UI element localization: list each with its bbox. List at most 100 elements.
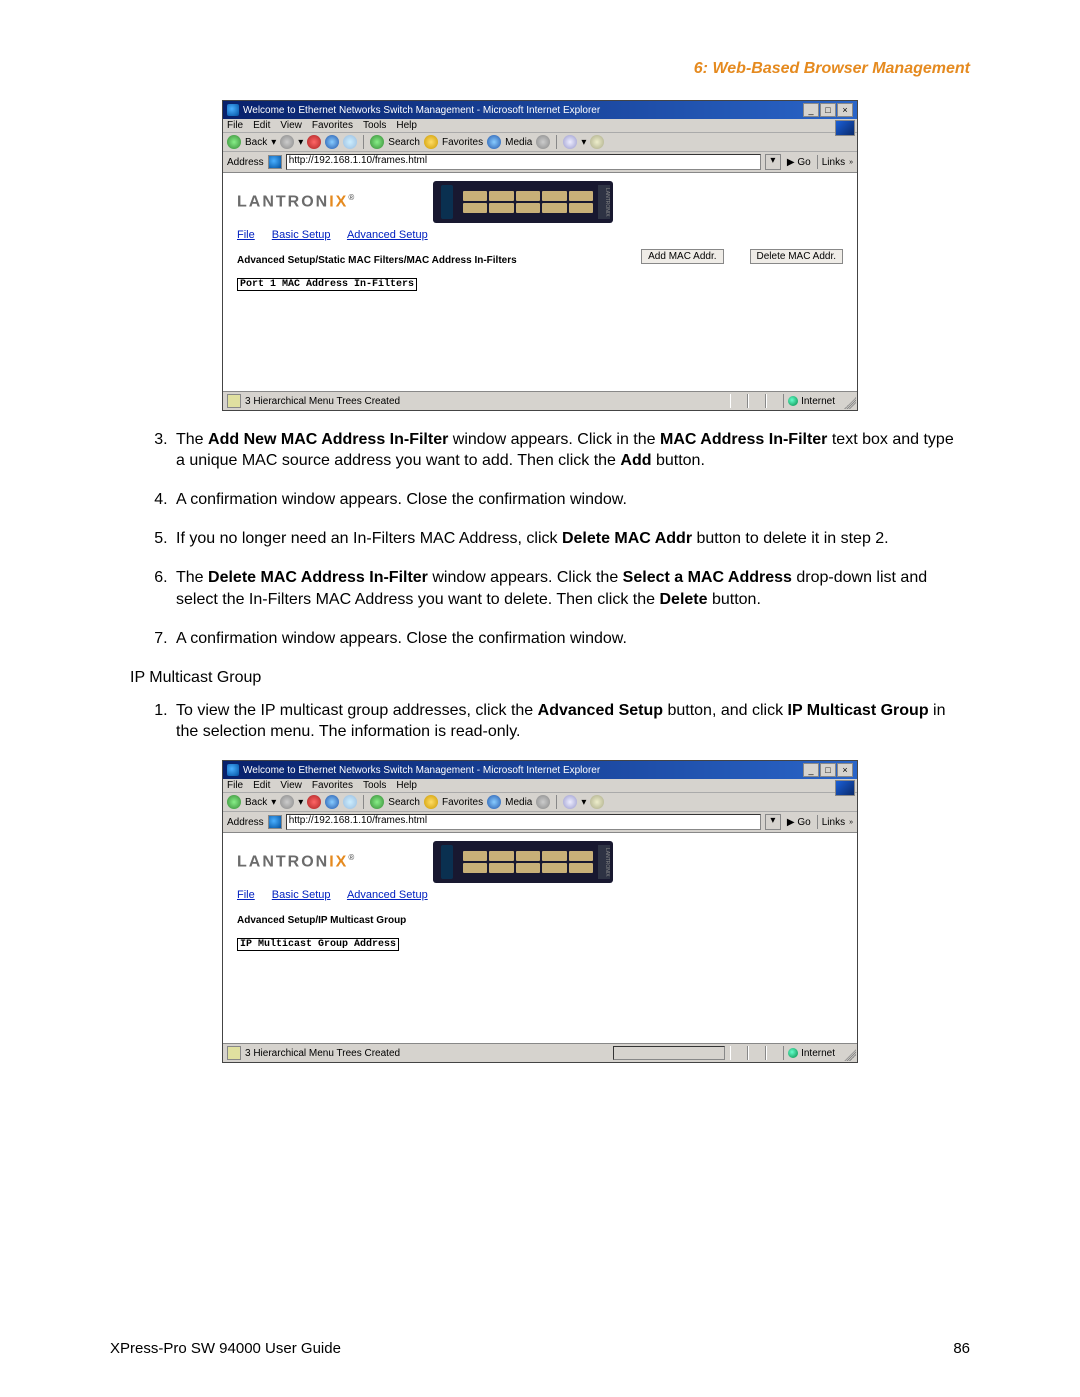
favorites-icon[interactable] [424, 795, 438, 809]
address-input[interactable]: http://192.168.1.10/frames.html [286, 814, 761, 830]
dropdown-arrow-icon[interactable]: ▾ [581, 797, 586, 808]
search-icon[interactable] [370, 135, 384, 149]
nav-basic-setup-link[interactable]: Basic Setup [272, 889, 331, 901]
dropdown-arrow-icon[interactable]: ▾ [271, 797, 276, 808]
mac-buttons-row: Add MAC Addr. Delete MAC Addr. [641, 249, 843, 264]
back-icon[interactable] [227, 795, 241, 809]
port1-mac-filters-label: Port 1 MAC Address In-Filters [237, 278, 417, 291]
menu-tools[interactable]: Tools [363, 120, 386, 131]
device-image: LANTRONIX [433, 181, 613, 223]
address-dropdown-icon[interactable]: ▾ [765, 814, 781, 830]
nav-file-link[interactable]: File [237, 229, 255, 241]
media-label[interactable]: Media [505, 797, 532, 808]
media-label[interactable]: Media [505, 137, 532, 148]
refresh-icon[interactable] [325, 135, 339, 149]
dropdown-arrow-icon[interactable]: ▾ [298, 797, 303, 808]
search-label[interactable]: Search [388, 137, 420, 148]
mail-icon[interactable] [563, 135, 577, 149]
stop-icon[interactable] [307, 135, 321, 149]
status-text: 3 Hierarchical Menu Trees Created [245, 396, 730, 407]
bold-text: IP Multicast Group [788, 702, 929, 719]
dropdown-arrow-icon[interactable]: ▾ [298, 137, 303, 148]
menu-file[interactable]: File [227, 780, 243, 791]
logo-suffix: IX [329, 853, 348, 870]
resize-grip-icon[interactable] [844, 1049, 856, 1061]
minimize-button[interactable]: _ [803, 103, 819, 117]
screenshot-2: Welcome to Ethernet Networks Switch Mana… [222, 760, 858, 1063]
dropdown-arrow-icon[interactable]: ▾ [271, 137, 276, 148]
body-text: The Add New MAC Address In-Filter window… [110, 429, 970, 742]
ie-status-bar: 3 Hierarchical Menu Trees Created Intern… [223, 1043, 857, 1062]
internet-zone-icon [788, 1048, 798, 1058]
logo-suffix: IX [329, 193, 348, 210]
separator [363, 795, 364, 809]
mail-icon[interactable] [563, 795, 577, 809]
menu-favorites[interactable]: Favorites [312, 120, 353, 131]
menu-file[interactable]: File [227, 120, 243, 131]
go-label: Go [797, 157, 810, 168]
device-ports [463, 851, 593, 873]
favorites-icon[interactable] [424, 135, 438, 149]
maximize-button[interactable]: □ [820, 103, 836, 117]
maximize-button[interactable]: □ [820, 763, 836, 777]
search-label[interactable]: Search [388, 797, 420, 808]
links-expand-icon[interactable]: » [849, 159, 853, 166]
favorites-label[interactable]: Favorites [442, 137, 483, 148]
print-icon[interactable] [590, 795, 604, 809]
address-input[interactable]: http://192.168.1.10/frames.html [286, 154, 761, 170]
home-icon[interactable] [343, 795, 357, 809]
add-mac-addr-button[interactable]: Add MAC Addr. [641, 249, 723, 264]
address-dropdown-icon[interactable]: ▾ [765, 154, 781, 170]
search-icon[interactable] [370, 795, 384, 809]
links-label[interactable]: Links [822, 817, 845, 828]
go-button[interactable]: ▶ Go [785, 157, 813, 168]
page-content: LANTRONIX® LANTRONIX File Basic Setup Ad… [223, 173, 857, 391]
media-icon[interactable] [487, 135, 501, 149]
history-icon[interactable] [536, 135, 550, 149]
back-label[interactable]: Back [245, 797, 267, 808]
menu-tools[interactable]: Tools [363, 780, 386, 791]
dropdown-arrow-icon[interactable]: ▾ [581, 137, 586, 148]
forward-icon[interactable] [280, 795, 294, 809]
home-icon[interactable] [343, 135, 357, 149]
go-button[interactable]: ▶ Go [785, 817, 813, 828]
nav-advanced-setup-link[interactable]: Advanced Setup [347, 229, 428, 241]
bold-text: Add New MAC Address In-Filter [208, 431, 448, 448]
menu-view[interactable]: View [280, 780, 302, 791]
back-label[interactable]: Back [245, 137, 267, 148]
close-button[interactable]: × [837, 763, 853, 777]
step-1b: To view the IP multicast group addresses… [172, 700, 960, 742]
text: button. [652, 452, 705, 469]
favorites-label[interactable]: Favorites [442, 797, 483, 808]
nav-advanced-setup-link[interactable]: Advanced Setup [347, 889, 428, 901]
ie-throbber-icon [835, 120, 855, 136]
media-icon[interactable] [487, 795, 501, 809]
menu-favorites[interactable]: Favorites [312, 780, 353, 791]
menu-view[interactable]: View [280, 120, 302, 131]
nav-file-link[interactable]: File [237, 889, 255, 901]
menu-edit[interactable]: Edit [253, 120, 270, 131]
menu-help[interactable]: Help [396, 120, 417, 131]
status-pane [766, 1046, 784, 1060]
menu-edit[interactable]: Edit [253, 780, 270, 791]
back-icon[interactable] [227, 135, 241, 149]
links-label[interactable]: Links [822, 157, 845, 168]
forward-icon[interactable] [280, 135, 294, 149]
text: window appears. Click the [428, 569, 623, 586]
step-7: A confirmation window appears. Close the… [172, 628, 960, 649]
menu-help[interactable]: Help [396, 780, 417, 791]
nav-basic-setup-link[interactable]: Basic Setup [272, 229, 331, 241]
resize-grip-icon[interactable] [844, 397, 856, 409]
links-expand-icon[interactable]: » [849, 819, 853, 826]
delete-mac-addr-button[interactable]: Delete MAC Addr. [750, 249, 843, 264]
history-icon[interactable] [536, 795, 550, 809]
progress-bar [613, 1046, 725, 1060]
minimize-button[interactable]: _ [803, 763, 819, 777]
logo-prefix: LANTRON [237, 193, 329, 210]
refresh-icon[interactable] [325, 795, 339, 809]
print-icon[interactable] [590, 135, 604, 149]
close-button[interactable]: × [837, 103, 853, 117]
text: window appears. Click in the [448, 431, 660, 448]
stop-icon[interactable] [307, 795, 321, 809]
page-nav: File Basic Setup Advanced Setup [237, 229, 843, 241]
